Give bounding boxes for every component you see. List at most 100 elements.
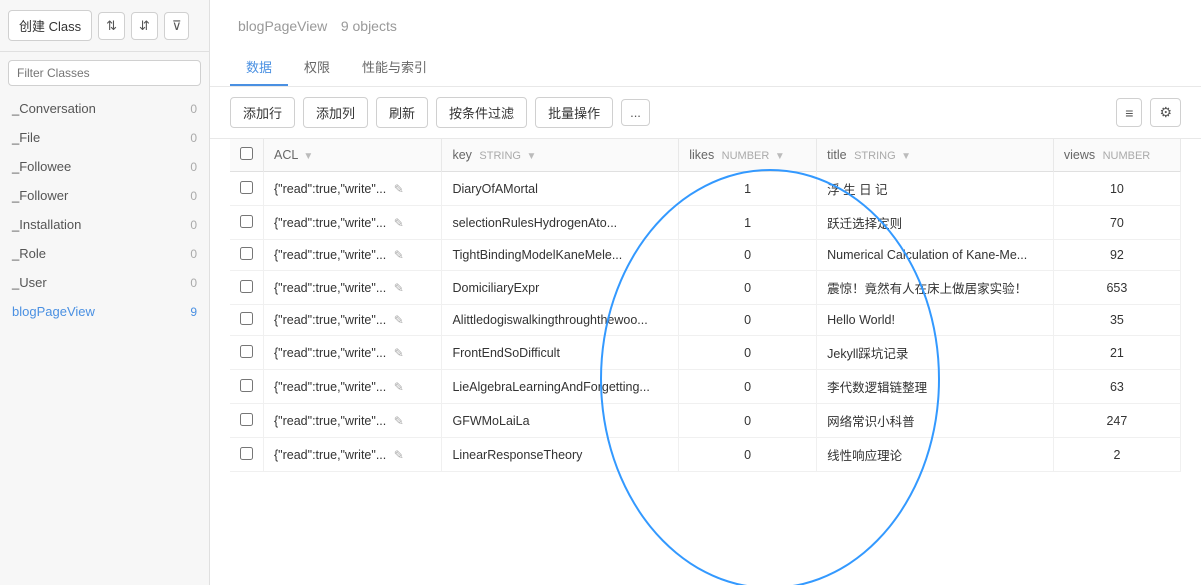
sidebar-item--Followee[interactable]: _Followee0 [0,152,209,181]
row-views: 653 [1053,271,1180,305]
edit-icon[interactable]: ✎ [394,346,404,360]
row-title: 震惊！竟然有人在床上做居家实验！ [817,271,1054,305]
edit-icon[interactable]: ✎ [394,248,404,262]
row-acl: {"read":true,"write"... ✎ [264,370,442,404]
table-body: {"read":true,"write"... ✎ DiaryOfAMortal… [230,172,1181,472]
create-class-button[interactable]: 创建 Class [8,10,92,41]
filter-button[interactable]: 按条件过滤 [436,97,527,128]
sort-asc-button[interactable]: ⇅ [98,12,125,40]
row-checkbox[interactable] [240,379,253,392]
sidebar-list: _Conversation0_File0_Followee0_Follower0… [0,94,209,585]
tab-性能与索引[interactable]: 性能与索引 [346,49,443,86]
sidebar-item-count: 0 [190,247,197,261]
row-key: DomiciliaryExpr [442,271,679,305]
row-acl: {"read":true,"write"... ✎ [264,438,442,472]
toolbar: 添加行 添加列 刷新 按条件过滤 批量操作 ... ≡ ⚙ [210,87,1201,139]
table-header: ACL ▼ key STRING ▼ likes NUMBER ▼ title … [230,139,1181,172]
edit-icon[interactable]: ✎ [394,182,404,196]
main-content: blogPageView 9 objects 数据权限性能与索引 添加行 添加列… [210,0,1201,585]
table-row: {"read":true,"write"... ✎ LieAlgebraLear… [230,370,1181,404]
row-title: Jekyll踩坑记录 [817,336,1054,370]
sidebar-item--Installation[interactable]: _Installation0 [0,210,209,239]
row-key: DiaryOfAMortal [442,172,679,206]
batch-button[interactable]: 批量操作 [535,97,613,128]
col-likes: likes NUMBER ▼ [679,139,817,172]
row-likes: 1 [679,172,817,206]
table-row: {"read":true,"write"... ✎ FrontEndSoDiff… [230,336,1181,370]
row-checkbox[interactable] [240,312,253,325]
row-views: 35 [1053,305,1180,336]
sort-desc-button[interactable]: ⇵ [131,12,158,40]
row-acl: {"read":true,"write"... ✎ [264,172,442,206]
row-checkbox[interactable] [240,413,253,426]
toolbar-right: ≡ ⚙ [1116,98,1181,127]
row-checkbox[interactable] [240,447,253,460]
row-views: 21 [1053,336,1180,370]
more-button[interactable]: ... [621,99,650,126]
sidebar-item-blogPageView[interactable]: blogPageView9 [0,297,209,326]
settings-icon[interactable]: ⚙ [1150,98,1181,127]
object-count: 9 objects [341,18,397,34]
edit-icon[interactable]: ✎ [394,216,404,230]
edit-icon[interactable]: ✎ [394,414,404,428]
table-row: {"read":true,"write"... ✎ selectionRules… [230,206,1181,240]
row-likes: 0 [679,240,817,271]
row-likes: 0 [679,404,817,438]
row-key: TightBindingModelKaneMele... [442,240,679,271]
row-checkbox-cell [230,336,264,370]
edit-icon[interactable]: ✎ [394,380,404,394]
row-checkbox[interactable] [240,345,253,358]
row-checkbox[interactable] [240,280,253,293]
row-acl: {"read":true,"write"... ✎ [264,240,442,271]
sidebar-item-label: _Follower [12,188,68,203]
sidebar-item-label: _Followee [12,159,71,174]
row-title: 浮 生 日 记 [817,172,1054,206]
add-row-button[interactable]: 添加行 [230,97,295,128]
sidebar-item-count: 0 [190,102,197,116]
sidebar-item--Role[interactable]: _Role 0 [0,239,209,268]
row-checkbox[interactable] [240,247,253,260]
row-title: 李代数逻辑链整理 [817,370,1054,404]
sidebar-filter-button[interactable]: ⊽ [164,12,190,40]
tab-数据[interactable]: 数据 [230,49,288,86]
sidebar-item-label: _Role [12,246,46,261]
sidebar-item--File[interactable]: _File0 [0,123,209,152]
sidebar-item--User[interactable]: _User 0 [0,268,209,297]
row-views: 70 [1053,206,1180,240]
sidebar-item-label: _Conversation [12,101,96,116]
tab-bar: 数据权限性能与索引 [230,49,1181,86]
columns-icon[interactable]: ≡ [1116,98,1142,127]
row-key: LieAlgebraLearningAndForgetting... [442,370,679,404]
row-views: 2 [1053,438,1180,472]
col-title: title STRING ▼ [817,139,1054,172]
row-likes: 0 [679,305,817,336]
sidebar: 创建 Class ⇅ ⇵ ⊽ _Conversation0_File0_Foll… [0,0,210,585]
add-col-button[interactable]: 添加列 [303,97,368,128]
row-likes: 0 [679,271,817,305]
page-title: blogPageView 9 objects [230,14,1181,37]
sidebar-item--Follower[interactable]: _Follower0 [0,181,209,210]
sidebar-item-count: 0 [190,131,197,145]
row-views: 92 [1053,240,1180,271]
edit-icon[interactable]: ✎ [394,281,404,295]
edit-icon[interactable]: ✎ [394,448,404,462]
tab-权限[interactable]: 权限 [288,49,346,86]
row-checkbox[interactable] [240,181,253,194]
sidebar-item-count: 0 [190,276,197,290]
row-checkbox-cell [230,404,264,438]
row-acl: {"read":true,"write"... ✎ [264,305,442,336]
row-acl: {"read":true,"write"... ✎ [264,404,442,438]
row-key: FrontEndSoDifficult [442,336,679,370]
row-key: Alittledogiswalkingthroughthewoo... [442,305,679,336]
sidebar-item-count: 0 [190,218,197,232]
select-all-checkbox[interactable] [240,147,253,160]
sidebar-item--Conversation[interactable]: _Conversation 0 [0,94,209,123]
col-key: key STRING ▼ [442,139,679,172]
row-checkbox[interactable] [240,215,253,228]
table-row: {"read":true,"write"... ✎ TightBindingMo… [230,240,1181,271]
refresh-button[interactable]: 刷新 [376,97,428,128]
edit-icon[interactable]: ✎ [394,313,404,327]
sidebar-item-label: _User [12,275,47,290]
row-likes: 1 [679,206,817,240]
filter-classes-input[interactable] [8,60,201,86]
